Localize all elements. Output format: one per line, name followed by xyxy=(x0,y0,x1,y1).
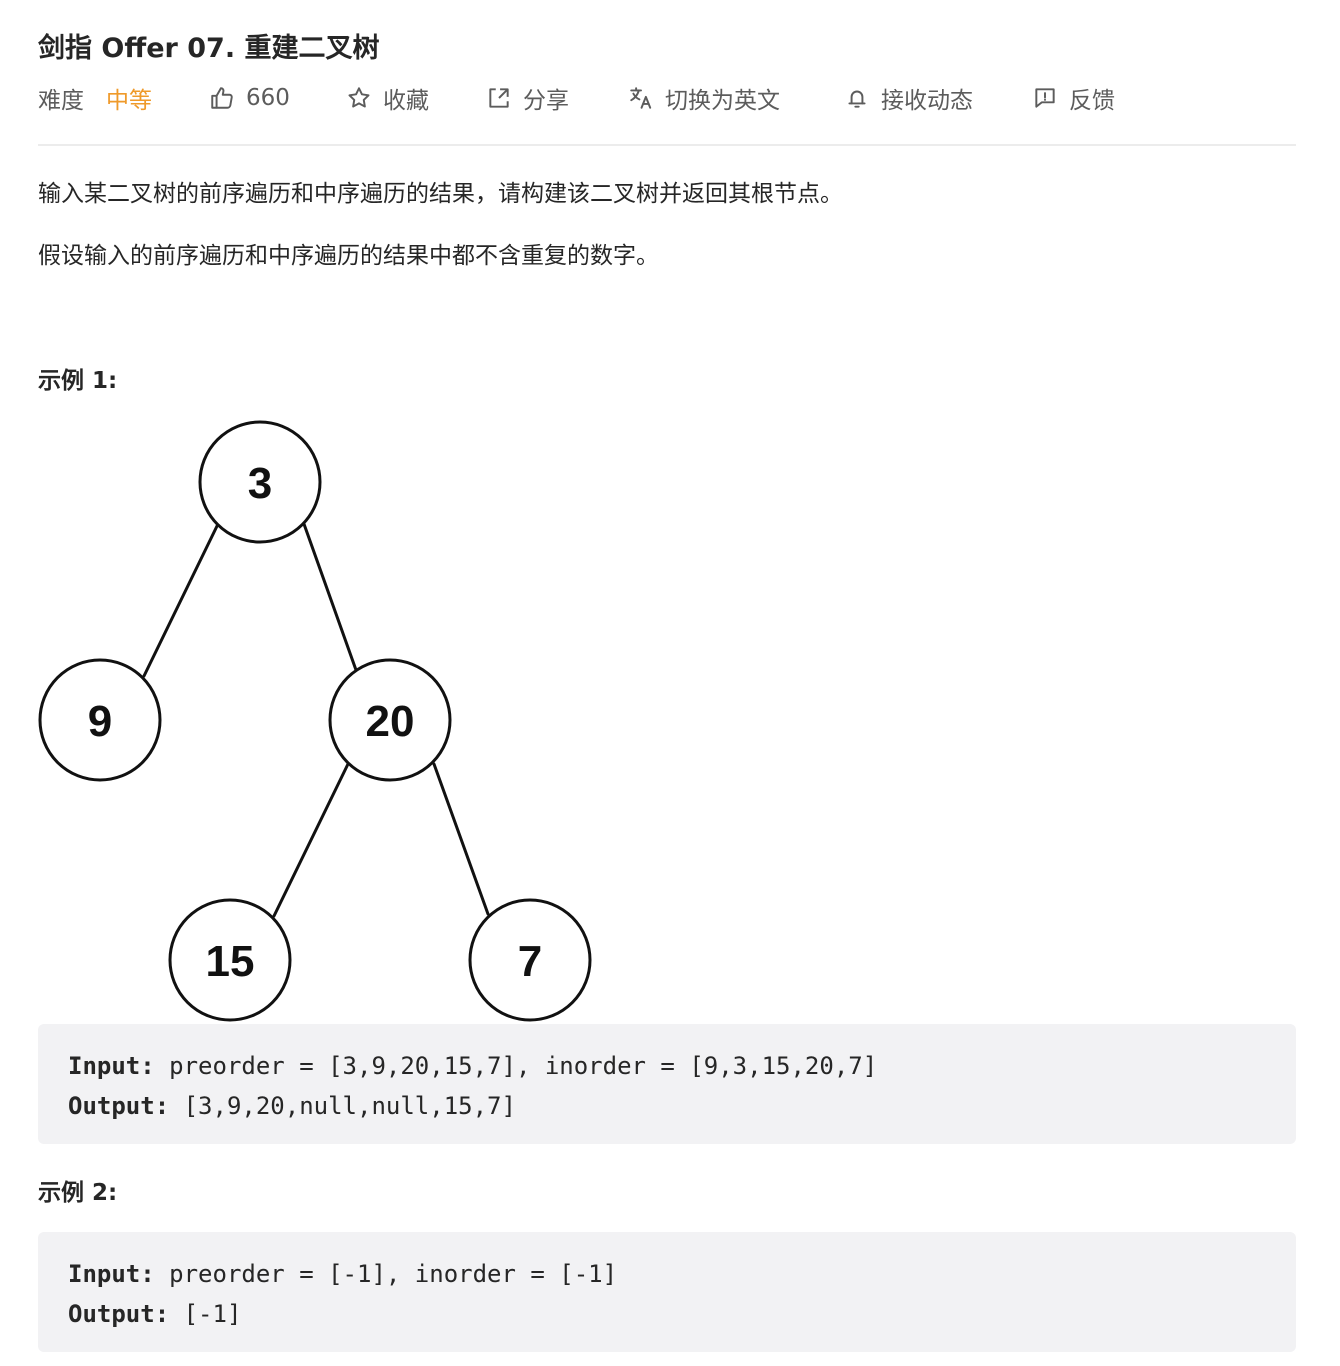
example-1-input-line: Input: preorder = [3,9,20,15,7], inorder… xyxy=(68,1046,1296,1086)
tree-node-9-label: 9 xyxy=(88,697,112,746)
problem-meta-bar: 难度 中等 660 收藏 分享 切换为英文 接收动态 反馈 xyxy=(38,80,1296,116)
tree-node-20-label: 20 xyxy=(366,697,415,746)
example-2-input-value: preorder = [-1], inorder = [-1] xyxy=(169,1260,618,1288)
example-1-output-line: Output: [3,9,20,null,null,15,7] xyxy=(68,1086,1296,1126)
example-2-output-label: Output: xyxy=(68,1300,170,1328)
problem-title: 剑指 Offer 07. 重建二叉树 xyxy=(38,33,380,64)
feedback-label: 反馈 xyxy=(1069,88,1115,114)
tree-node-7-label: 7 xyxy=(518,937,542,986)
tree-edge-3-9 xyxy=(142,522,220,678)
description-paragraph-2: 假设输入的前序遍历和中序遍历的结果中都不含重复的数字。 xyxy=(38,243,659,269)
subscribe-label: 接收动态 xyxy=(881,88,973,114)
binary-tree-diagram: 3 9 20 15 7 xyxy=(38,420,592,1022)
tree-node-15-label: 15 xyxy=(206,937,255,986)
difficulty-value: 中等 xyxy=(106,88,152,114)
example-1-input-label: Input: xyxy=(68,1052,155,1080)
example-1-output-value: [3,9,20,null,null,15,7] xyxy=(183,1092,516,1120)
like-button[interactable]: 660 xyxy=(208,80,345,116)
example-2-output-line: Output: [-1] xyxy=(68,1294,1296,1334)
difficulty: 难度 中等 xyxy=(38,80,208,116)
header-divider xyxy=(38,144,1296,146)
example-2-input-label: Input: xyxy=(68,1260,155,1288)
subscribe-button[interactable]: 接收动态 xyxy=(843,80,1031,116)
feedback-icon xyxy=(1031,84,1059,112)
example-1-code-block: Input: preorder = [3,9,20,15,7], inorder… xyxy=(38,1024,1296,1144)
favorite-label: 收藏 xyxy=(383,88,429,114)
favorite-button[interactable]: 收藏 xyxy=(345,80,485,116)
example-2-code-block: Input: preorder = [-1], inorder = [-1] O… xyxy=(38,1232,1296,1352)
share-button[interactable]: 分享 xyxy=(485,80,627,116)
example-1-input-value: preorder = [3,9,20,15,7], inorder = [9,3… xyxy=(169,1052,878,1080)
like-count: 660 xyxy=(246,85,290,111)
feedback-button[interactable]: 反馈 xyxy=(1031,80,1115,116)
translate-icon xyxy=(627,84,655,112)
example-1-output-label: Output: xyxy=(68,1092,170,1120)
bell-icon xyxy=(843,84,871,112)
example-2-input-line: Input: preorder = [-1], inorder = [-1] xyxy=(68,1254,1296,1294)
star-icon xyxy=(345,84,373,112)
tree-edge-20-15 xyxy=(272,762,350,918)
share-icon xyxy=(485,84,513,112)
thumbs-up-icon xyxy=(208,84,236,112)
tree-node-3-label: 3 xyxy=(248,459,272,508)
share-label: 分享 xyxy=(523,88,569,114)
example-1-title: 示例 1: xyxy=(38,368,118,394)
switch-language-label: 切换为英文 xyxy=(665,88,780,114)
tree-edge-20-7 xyxy=(432,762,490,916)
description-paragraph-1: 输入某二叉树的前序遍历和中序遍历的结果，请构建该二叉树并返回其根节点。 xyxy=(38,181,843,207)
tree-edge-3-20 xyxy=(302,522,358,672)
example-2-title: 示例 2: xyxy=(38,1180,118,1206)
switch-language-button[interactable]: 切换为英文 xyxy=(627,80,843,116)
example-2-output-value: [-1] xyxy=(183,1300,242,1328)
difficulty-label: 难度 xyxy=(38,88,84,114)
